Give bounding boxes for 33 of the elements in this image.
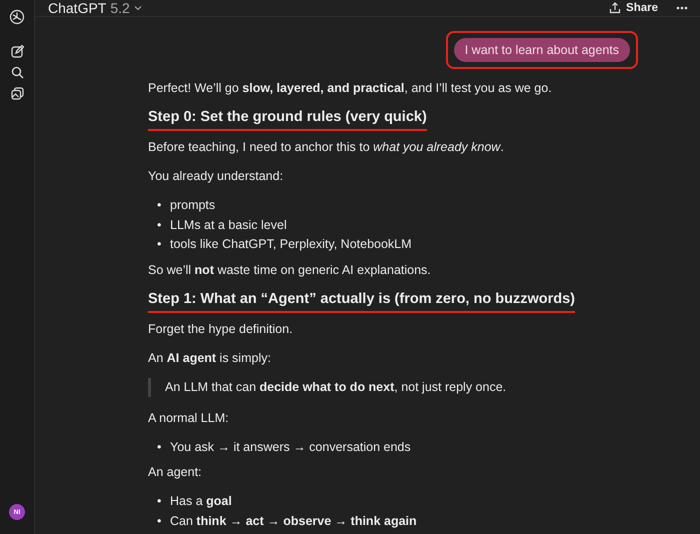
list-bullet: • xyxy=(157,512,162,530)
paragraph: Forget the hype definition. xyxy=(148,320,294,338)
list-bullet: • xyxy=(157,438,162,456)
new-chat-icon[interactable] xyxy=(10,45,24,58)
search-icon[interactable] xyxy=(10,66,24,79)
logo-icon[interactable] xyxy=(9,9,25,25)
list-bullet: • xyxy=(157,236,162,253)
more-icon[interactable] xyxy=(676,6,688,10)
paragraph: You already understand: xyxy=(148,168,284,185)
list-item: Has a goal xyxy=(170,493,232,510)
section-heading: Step 0: Set the ground rules (very quick) xyxy=(148,108,427,131)
chevron-icon xyxy=(134,5,142,11)
list-item: Can think → act → observe → think again xyxy=(170,512,417,530)
paragraph: So we’ll not waste time on generic AI explanations. xyxy=(148,262,432,279)
images-icon[interactable] xyxy=(10,87,24,100)
model-selector[interactable]: ChatGPT 5.2 xyxy=(48,0,142,16)
paragraph: Before teaching, I need to anchor this to what you already know. xyxy=(148,139,505,156)
share-icon xyxy=(609,2,622,14)
list-item: prompts xyxy=(170,197,216,214)
paragraph: Perfect! We’ll go slow, layered, and practical, and I’ll test you as we go. xyxy=(148,80,553,97)
list-item: tools like ChatGPT, Perplexity, NotebookLM xyxy=(170,236,412,253)
list-bullet: • xyxy=(157,216,162,234)
blockquote: An LLM that can decide what to do next, not just reply once. xyxy=(148,378,638,396)
paragraph: An AI agent is simply: xyxy=(148,350,272,367)
paragraph: An agent: xyxy=(148,464,203,481)
share-button[interactable]: Share xyxy=(609,2,658,14)
list-item: You ask → it answers → conversation ends xyxy=(170,438,411,456)
section-heading: Step 1: What an “Agent” actually is (from zero, no buzzwords) xyxy=(148,290,575,312)
list-item: LLMs at a basic level xyxy=(170,216,287,234)
paragraph: A normal LLM: xyxy=(148,410,230,426)
user-message: I want to learn about agents xyxy=(454,38,630,62)
list-bullet: • xyxy=(157,197,162,214)
list-bullet: • xyxy=(157,493,162,510)
